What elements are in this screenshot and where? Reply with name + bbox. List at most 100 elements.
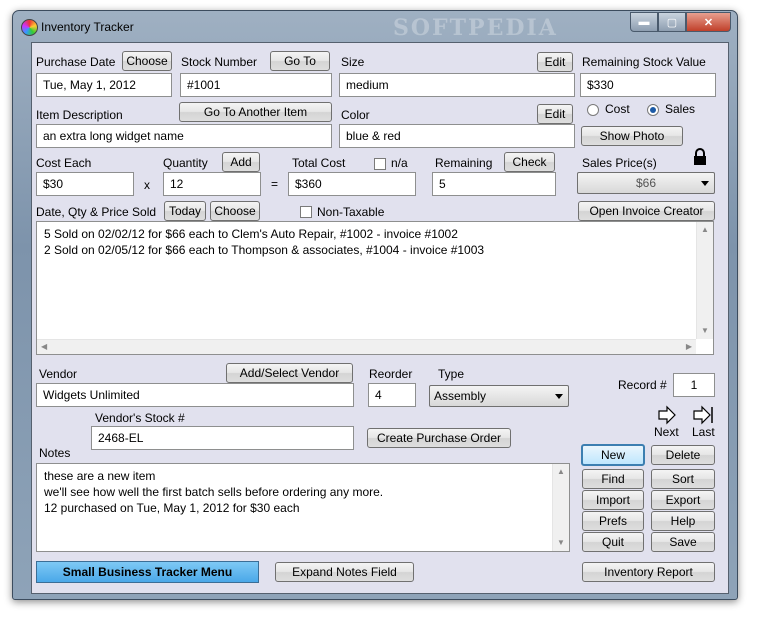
- cost-radio[interactable]: [587, 104, 599, 116]
- create-purchase-order-button[interactable]: Create Purchase Order: [367, 428, 511, 448]
- cost-each-field[interactable]: $30: [36, 172, 134, 196]
- last-arrow-icon[interactable]: [693, 405, 715, 425]
- date-qty-price-sold-label: Date, Qty & Price Sold: [36, 205, 157, 219]
- scroll-up-icon[interactable]: ▲: [701, 222, 709, 238]
- item-description-field[interactable]: an extra long widget name: [36, 124, 332, 148]
- cost-radio-label: Cost: [605, 102, 630, 116]
- type-label: Type: [438, 367, 465, 381]
- sales-prices-label: Sales Price(s): [582, 156, 657, 170]
- vendor-field[interactable]: Widgets Unlimited: [36, 383, 354, 407]
- notes-vertical-scrollbar[interactable]: ▲ ▼: [552, 464, 569, 551]
- reorder-field[interactable]: 4: [368, 383, 416, 407]
- import-button[interactable]: Import: [582, 490, 644, 510]
- sold-vertical-scrollbar[interactable]: ▲ ▼: [696, 222, 713, 339]
- add-select-vendor-button[interactable]: Add/Select Vendor: [226, 363, 353, 383]
- purchase-date-field[interactable]: Tue, May 1, 2012: [36, 73, 172, 97]
- color-field[interactable]: blue & red: [339, 124, 575, 148]
- sales-price-dropdown[interactable]: $66: [577, 172, 715, 194]
- stock-number-label: Stock Number: [181, 55, 258, 69]
- vendor-label: Vendor: [39, 367, 78, 381]
- maximize-button[interactable]: ▢: [658, 12, 686, 32]
- inventory-report-button[interactable]: Inventory Report: [582, 562, 715, 582]
- notes-label: Notes: [39, 446, 71, 460]
- scroll-up-icon[interactable]: ▲: [557, 464, 565, 480]
- lock-icon[interactable]: [693, 148, 707, 166]
- record-number-field[interactable]: 1: [673, 373, 715, 397]
- purchase-date-choose-button[interactable]: Choose: [122, 51, 172, 71]
- color-label: Color: [341, 108, 370, 122]
- na-checkbox[interactable]: [374, 158, 386, 170]
- quantity-add-button[interactable]: Add: [222, 152, 260, 172]
- sold-horizontal-scrollbar[interactable]: ◀ ▶: [37, 339, 696, 354]
- sales-radio[interactable]: [647, 104, 659, 116]
- scroll-down-icon[interactable]: ▼: [701, 323, 709, 339]
- quantity-field[interactable]: 12: [163, 172, 261, 196]
- quit-button[interactable]: Quit: [582, 532, 644, 552]
- scroll-left-icon[interactable]: ◀: [41, 339, 47, 355]
- window-controls: ▬ ▢ ✕: [630, 12, 731, 32]
- total-cost-label: Total Cost: [292, 156, 346, 170]
- remaining-label: Remaining: [435, 156, 493, 170]
- sales-radio-label: Sales: [665, 102, 696, 116]
- item-description-label: Item Description: [36, 108, 123, 122]
- size-field[interactable]: medium: [339, 73, 575, 97]
- sold-choose-button[interactable]: Choose: [210, 201, 260, 221]
- expand-notes-field-button[interactable]: Expand Notes Field: [275, 562, 414, 582]
- open-invoice-creator-button[interactable]: Open Invoice Creator: [578, 201, 715, 221]
- remaining-stock-value-field[interactable]: $330: [580, 73, 716, 97]
- stock-number-field[interactable]: #1001: [180, 73, 332, 97]
- sales-price-value: $66: [635, 176, 657, 190]
- minimize-button[interactable]: ▬: [630, 12, 658, 32]
- form-panel: Purchase Date Choose Stock Number Go To …: [31, 42, 729, 594]
- find-button[interactable]: Find: [582, 469, 644, 489]
- notes-line: 12 purchased on Tue, May 1, 2012 for $30…: [44, 501, 300, 515]
- total-cost-field[interactable]: $360: [288, 172, 416, 196]
- notes-line: we'll see how well the first batch sells…: [44, 485, 384, 499]
- go-to-button[interactable]: Go To: [270, 51, 330, 71]
- show-photo-button[interactable]: Show Photo: [581, 126, 683, 146]
- non-taxable-checkbox[interactable]: [300, 206, 312, 218]
- sold-today-button[interactable]: Today: [164, 201, 206, 221]
- delete-button[interactable]: Delete: [651, 445, 715, 465]
- window-title: Inventory Tracker: [41, 20, 134, 34]
- sold-history-textarea[interactable]: 5 Sold on 02/02/12 for $66 each to Clem'…: [36, 221, 714, 355]
- next-arrow-icon[interactable]: [657, 405, 677, 425]
- remaining-check-button[interactable]: Check: [504, 152, 555, 172]
- sold-line: 2 Sold on 02/05/12 for $66 each to Thomp…: [44, 243, 485, 257]
- record-number-label: Record #: [618, 378, 667, 392]
- cost-each-label: Cost Each: [36, 156, 92, 170]
- type-dropdown[interactable]: Assembly: [429, 385, 569, 407]
- na-label: n/a: [391, 156, 408, 170]
- last-label[interactable]: Last: [692, 425, 715, 439]
- close-button[interactable]: ✕: [686, 12, 731, 32]
- scroll-down-icon[interactable]: ▼: [557, 535, 565, 551]
- help-button[interactable]: Help: [651, 511, 715, 531]
- remaining-stock-value-label: Remaining Stock Value: [582, 55, 706, 69]
- sort-button[interactable]: Sort: [651, 469, 715, 489]
- notes-line: these are a new item: [44, 469, 156, 483]
- multiply-sign: x: [144, 178, 150, 192]
- prefs-button[interactable]: Prefs: [582, 511, 644, 531]
- size-edit-button[interactable]: Edit: [537, 52, 573, 72]
- watermark: SOFTPEDIA: [393, 15, 558, 41]
- sold-line: 5 Sold on 02/02/12 for $66 each to Clem'…: [44, 227, 458, 241]
- vendors-stock-field[interactable]: 2468-EL: [91, 426, 354, 450]
- reorder-label: Reorder: [369, 367, 413, 381]
- export-button[interactable]: Export: [651, 490, 715, 510]
- scroll-right-icon[interactable]: ▶: [686, 339, 692, 355]
- notes-textarea[interactable]: these are a new item we'll see how well …: [36, 463, 570, 552]
- color-edit-button[interactable]: Edit: [537, 104, 573, 124]
- equals-sign: =: [271, 177, 279, 191]
- new-button[interactable]: New: [581, 444, 645, 466]
- non-taxable-label: Non-Taxable: [317, 205, 385, 219]
- save-button[interactable]: Save: [651, 532, 715, 552]
- next-label[interactable]: Next: [654, 425, 679, 439]
- go-to-another-item-button[interactable]: Go To Another Item: [179, 102, 332, 122]
- vendors-stock-label: Vendor's Stock #: [95, 411, 185, 425]
- small-business-tracker-menu-button[interactable]: Small Business Tracker Menu: [36, 561, 259, 583]
- remaining-field[interactable]: 5: [432, 172, 556, 196]
- go-to-another-item-label: Go To Another Item: [203, 105, 308, 119]
- quantity-label: Quantity: [163, 156, 208, 170]
- purchase-date-label: Purchase Date: [36, 55, 116, 69]
- chevron-down-icon: [701, 181, 709, 186]
